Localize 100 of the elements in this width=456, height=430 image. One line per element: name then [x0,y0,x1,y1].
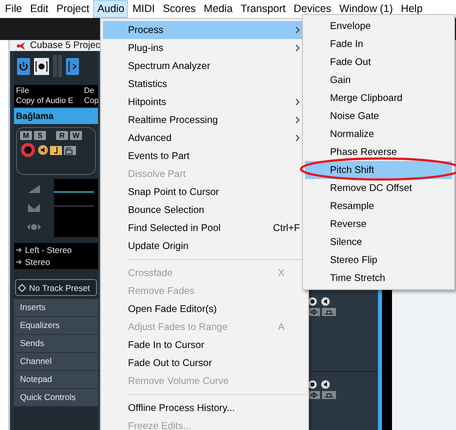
menu-item[interactable]: Plug-ins [103,39,306,57]
menu-item[interactable]: Resample [305,197,452,215]
menu-item[interactable]: Gain [305,71,452,89]
inspector-section[interactable]: Inserts [14,299,98,317]
chevron-right-icon [295,116,300,124]
menu-bar-item[interactable]: Scores [158,0,200,18]
shortcut-label: Ctrl+F [273,222,300,234]
menu-item[interactable]: Stereo Flip [305,251,452,269]
routing-label[interactable]: Left - Stereo [25,245,72,255]
menu-item-label: Remove DC Offset [330,182,414,194]
note-icon [50,146,62,154]
menu-item-label: Fade Out to Cursor [128,358,213,368]
menu-item[interactable]: Fade In [305,35,452,53]
menu-item-label: Fade In to Cursor [128,340,206,350]
menu-item-label: Fade Out [330,56,372,68]
menu-bar-item[interactable]: Transport [236,0,290,18]
menu-item-label: Freeze Edits... [128,420,192,430]
menu-item-label: Normalize [330,128,376,140]
chevron-right-icon [295,98,300,106]
menu-item[interactable]: Offline Process History... [103,399,306,417]
menu-item-label: Events to Part [128,150,191,162]
menu-item[interactable]: Statistics [103,75,306,93]
menu-item[interactable]: Snap Point to Cursor [103,183,306,201]
track-name: Bağlama [14,108,98,124]
menu-item-label: Dissolve Part [128,168,187,180]
menu-bar-item[interactable]: Project [52,0,94,18]
window-title: Cubase 5 Projec [30,40,100,51]
inspector-section[interactable]: Sends [14,335,98,353]
lock-icon [64,146,76,154]
menu-item-label: Bounce Selection [128,204,206,216]
menu-item-label: Time Stretch [330,272,386,284]
menu-item-label: Silence [330,236,364,248]
chevron-right-icon [295,134,300,142]
menu-item[interactable]: Hitpoints [103,93,306,111]
menu-item[interactable]: Find Selected in Pool Ctrl+F [103,219,306,237]
menu-item[interactable]: Merge Clipboard [305,89,452,107]
menu-item-label: Hitpoints [128,96,168,108]
menu-item-label: Gain [330,74,352,86]
menu-item-label: Offline Process History... [128,402,236,414]
power-icon [17,58,30,74]
menu-item[interactable]: Bounce Selection [103,201,306,219]
inspector-section[interactable]: Channel [14,353,98,371]
lock-icon [322,308,336,316]
menu-item[interactable]: Spectrum Analyzer [103,57,306,75]
menu-item-label: Realtime Processing [128,114,219,126]
menu-item[interactable]: Remove DC Offset [305,179,452,197]
menu-bar-item[interactable]: Audio [93,0,128,18]
menu-bar-item[interactable]: MIDI [128,0,159,18]
menu-item[interactable]: Fade In to Cursor [103,336,306,354]
pan-icon [27,223,41,232]
menu-bar-item[interactable]: Devices [290,0,336,18]
menu-item[interactable]: Normalize [305,125,452,143]
menu-item[interactable]: Fade Out [305,53,452,71]
menu-item[interactable]: Reverse [305,215,452,233]
menu-item[interactable]: Realtime Processing [103,111,306,129]
menu-bar-item[interactable]: Edit [26,0,52,18]
menu-item-label: Spectrum Analyzer [128,60,212,72]
meter-bars-icon [53,55,62,77]
routing-label[interactable]: Stereo [25,257,50,267]
level-line-drawing [54,191,94,207]
menu-item[interactable]: Open Fade Editor(s) [103,300,306,318]
menu-bar-item[interactable]: Window (1) [335,0,397,18]
speaker-icon [321,297,330,306]
inspector-section[interactable]: Quick Controls [14,389,98,407]
cubase-logo-icon [16,40,26,50]
menu-item-label: Process [128,24,164,36]
menu-bar-item[interactable]: File [1,0,26,18]
menu-item-label: Snap Point to Cursor [128,186,220,198]
file-info-header: File [16,86,30,96]
menu-item[interactable]: Envelope [305,17,452,35]
menu-bar-item[interactable]: Media [200,0,237,18]
menu-item[interactable]: Time Stretch [305,269,452,287]
file-info-value: Copy of Audio E [16,96,74,106]
menu-item[interactable]: Fade Out to Cursor [103,354,306,372]
volume-icon [28,184,40,193]
chevron-right-icon [295,26,300,34]
menu-item[interactable]: Advanced [103,129,306,147]
menu-item-label: Advanced [128,132,173,144]
inspector-section[interactable]: Notepad [14,371,98,389]
waveform-toggle-icon [308,308,320,316]
menu-item-label: Update Origin [128,240,190,252]
bracket-icon [66,58,79,74]
menu-item-label: Remove Fades [128,286,196,296]
inspector-section[interactable]: Equalizers [14,317,98,335]
menu-item[interactable]: Events to Part [103,147,306,165]
menu-item[interactable]: Phase Reverse [305,143,452,161]
menu-item-label: Resample [330,200,376,212]
shortcut-label: A [278,322,286,332]
menu-item-label: Merge Clipboard [330,92,404,104]
bowtie-icon [28,204,40,212]
menu-item-label: Adjust Fades to Range [128,322,229,332]
menu-item[interactable]: Update Origin [103,237,306,255]
menu-item-label: Fade In [330,38,364,50]
menu-bar-item[interactable]: Help [396,0,427,18]
monitor-icon [34,58,49,74]
menu-item[interactable]: Silence [305,233,452,251]
menu-item-label: Plug-ins [128,42,164,54]
menu-item[interactable]: Noise Gate [305,107,452,125]
shortcut-label: X [278,268,286,278]
menu-item-label: Find Selected in Pool [128,222,222,234]
